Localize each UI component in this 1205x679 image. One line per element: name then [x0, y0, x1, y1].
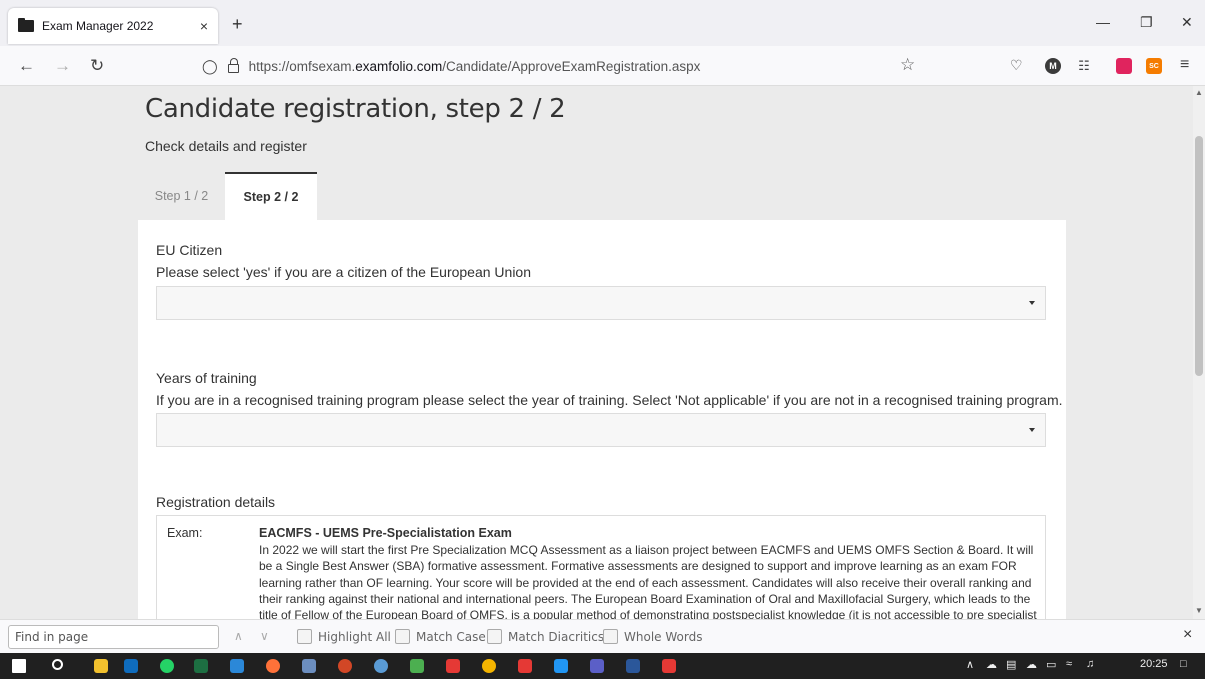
highlight-all-label: Highlight All: [318, 629, 391, 644]
find-previous-icon[interactable]: ∧: [234, 629, 243, 643]
years-of-training-select[interactable]: [156, 413, 1046, 447]
teams-icon[interactable]: [590, 659, 604, 673]
find-input[interactable]: Find in page: [8, 625, 219, 649]
app-m-icon[interactable]: [518, 659, 532, 673]
tray-volume-icon[interactable]: ♫: [1086, 658, 1094, 670]
new-tab-button[interactable]: +: [232, 14, 243, 35]
match-diacritics-checkbox[interactable]: Match Diacritics: [487, 629, 604, 644]
checkbox-box[interactable]: [603, 629, 618, 644]
app-tree-icon[interactable]: [410, 659, 424, 673]
caret-down-icon: [1029, 301, 1035, 305]
folder-icon: [18, 18, 34, 32]
tab-step-2[interactable]: Step 2 / 2: [225, 172, 317, 220]
registration-details-box: Exam: EACMFS - UEMS Pre-Specialistation …: [156, 515, 1046, 619]
powerpoint-icon[interactable]: [338, 659, 352, 673]
tray-battery-icon[interactable]: ▭: [1046, 658, 1056, 671]
years-of-training-help: If you are in a recognised training prog…: [156, 392, 1063, 408]
back-icon[interactable]: ←: [18, 56, 35, 76]
checkbox-box[interactable]: [487, 629, 502, 644]
app-grid-icon[interactable]: [302, 659, 316, 673]
notifications-icon[interactable]: □: [1180, 658, 1187, 670]
pocket-icon[interactable]: ♡: [1010, 57, 1023, 74]
tray-network-icon[interactable]: ▤: [1006, 658, 1016, 671]
exam-name: EACMFS - UEMS Pre-Specialistation Exam: [259, 526, 512, 540]
eu-citizen-select[interactable]: [156, 286, 1046, 320]
scroll-up-icon[interactable]: ▲: [1195, 88, 1203, 97]
tray-wifi-icon[interactable]: ≈: [1066, 658, 1072, 670]
pdf-icon[interactable]: [662, 659, 676, 673]
menu-icon[interactable]: ≡: [1180, 56, 1189, 74]
years-of-training-title: Years of training: [156, 370, 257, 386]
start-icon[interactable]: [12, 659, 26, 673]
star-icon[interactable]: ☆: [900, 55, 915, 75]
tray-cloud-icon[interactable]: ☁: [1026, 658, 1037, 671]
caret-down-icon: [1029, 428, 1035, 432]
window-close-icon[interactable]: ✕: [1181, 14, 1193, 31]
sc-extension-icon[interactable]: SC: [1146, 58, 1162, 74]
excel-icon[interactable]: [194, 659, 208, 673]
browser-tab-strip: Exam Manager 2022 × + — ❐ ✕: [0, 0, 1205, 46]
scroll-down-icon[interactable]: ▼: [1195, 606, 1203, 615]
outlook-icon[interactable]: [124, 659, 138, 673]
tab-close-icon[interactable]: ×: [200, 18, 208, 34]
word-icon[interactable]: [626, 659, 640, 673]
file-explorer-icon[interactable]: [94, 659, 108, 673]
acrobat-icon[interactable]: [446, 659, 460, 673]
search-icon[interactable]: [52, 659, 63, 670]
page-scrollbar[interactable]: ▲ ▼: [1193, 86, 1205, 619]
windows-taskbar: ∧ ☁ ▤ ☁ ▭ ≈ ♫ 20:25 □: [0, 653, 1205, 679]
find-close-icon[interactable]: ×: [1183, 626, 1192, 644]
match-case-checkbox[interactable]: Match Case: [395, 629, 486, 644]
exam-description: In 2022 we will start the first Pre Spec…: [259, 543, 1037, 619]
checkbox-box[interactable]: [297, 629, 312, 644]
navigation-bar: ← → ↻ ◯ https://omfsexam.examfolio.com/C…: [0, 46, 1205, 86]
red-extension-icon[interactable]: [1116, 58, 1132, 74]
match-case-label: Match Case: [416, 629, 486, 644]
chrome-icon[interactable]: [482, 659, 496, 673]
highlight-all-checkbox[interactable]: Highlight All: [297, 629, 391, 644]
tab-title: Exam Manager 2022: [42, 19, 154, 33]
match-diacritics-label: Match Diacritics: [508, 629, 605, 644]
whatsapp-icon[interactable]: [160, 659, 174, 673]
url-text: https://omfsexam.examfolio.com/Candidate…: [248, 58, 701, 74]
lock-icon[interactable]: [227, 57, 239, 73]
url-bar[interactable]: ◯ https://omfsexam.examfolio.com/Candida…: [192, 51, 930, 81]
minimize-icon[interactable]: —: [1096, 14, 1110, 30]
page-title: Candidate registration, step 2 / 2: [145, 94, 566, 124]
shield-icon[interactable]: ◯: [202, 58, 218, 75]
find-bar: Find in page ∧ ∨ Highlight All Match Cas…: [0, 619, 1205, 653]
whole-words-label: Whole Words: [624, 629, 703, 644]
clock[interactable]: 20:25: [1140, 658, 1168, 670]
page-subtitle: Check details and register: [145, 138, 307, 154]
registration-details-heading: Registration details: [156, 494, 276, 510]
page-content: Candidate registration, step 2 / 2 Check…: [0, 86, 1193, 619]
scroll-thumb[interactable]: [1195, 136, 1203, 376]
tray-chevron-icon[interactable]: ∧: [966, 658, 974, 671]
eu-citizen-title: EU Citizen: [156, 242, 223, 258]
app-a-icon[interactable]: [230, 659, 244, 673]
firefox-icon[interactable]: [266, 659, 280, 673]
reload-icon[interactable]: ↻: [90, 56, 104, 76]
restore-icon[interactable]: ❐: [1140, 14, 1153, 31]
media-icon[interactable]: [554, 659, 568, 673]
find-next-icon[interactable]: ∨: [260, 629, 269, 643]
forward-icon[interactable]: →: [54, 56, 71, 76]
tab-step-1[interactable]: Step 1 / 2: [138, 172, 225, 220]
whole-words-checkbox[interactable]: Whole Words: [603, 629, 702, 644]
app-circle-icon[interactable]: [374, 659, 388, 673]
registration-panel: EU Citizen Please select 'yes' if you ar…: [138, 220, 1066, 619]
eu-citizen-help: Please select 'yes' if you are a citizen…: [156, 264, 532, 280]
bars-extension-icon[interactable]: ☷: [1076, 58, 1092, 74]
m-extension-icon[interactable]: M: [1045, 58, 1061, 74]
browser-tab[interactable]: Exam Manager 2022 ×: [8, 8, 218, 44]
exam-label: Exam:: [167, 526, 203, 540]
tray-weather-icon[interactable]: ☁: [986, 658, 997, 671]
checkbox-box[interactable]: [395, 629, 410, 644]
